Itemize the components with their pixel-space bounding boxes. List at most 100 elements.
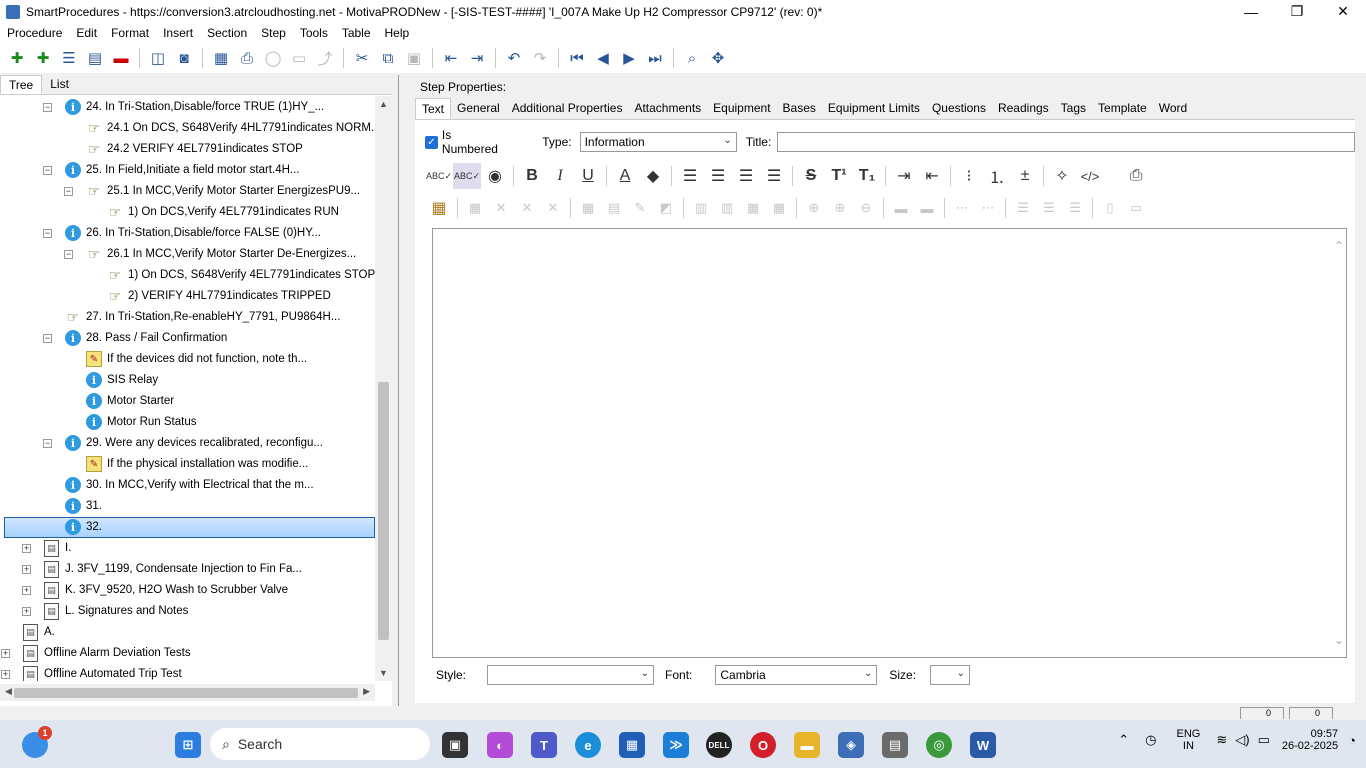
scroll-right-icon[interactable]: ▶	[363, 686, 370, 697]
collapse-icon[interactable]: −	[43, 166, 52, 175]
tab-general[interactable]: General	[451, 98, 506, 119]
print-preview-icon[interactable]: ⎙	[1122, 163, 1150, 189]
clock[interactable]: 09:57 26-02-2025	[1282, 728, 1338, 752]
tree-row[interactable]: − ☞ 26.1 In MCC,Verify Motor Starter De-En…	[0, 244, 375, 265]
add-child-icon[interactable]: ✚	[30, 45, 56, 71]
split-cells-icon[interactable]: ▬	[914, 195, 940, 221]
next-icon[interactable]: ▶	[616, 45, 642, 71]
tree-row[interactable]: − i 24. In Tri-Station,Disable/force TRUE …	[0, 97, 375, 118]
expand-icon[interactable]: +	[22, 607, 31, 616]
tree-row[interactable]: i Motor Starter	[0, 391, 375, 412]
preview-icon[interactable]: ▭	[286, 45, 312, 71]
file-explorer-icon[interactable]: ▬	[794, 732, 820, 758]
edge-icon[interactable]: e	[575, 732, 601, 758]
copilot-icon[interactable]: ◐	[487, 732, 513, 758]
tree-row[interactable]: + ▤ K. 3FV_9520, H2O Wash to Scrubber Valv…	[0, 580, 375, 601]
fill-color-icon[interactable]: ◆	[639, 163, 667, 189]
row-height-icon[interactable]: ▭	[1123, 195, 1149, 221]
tree-row[interactable]: i 31.	[0, 496, 375, 517]
copy-icon[interactable]: ⧉	[375, 45, 401, 71]
split-columns-icon[interactable]: ▦	[740, 195, 766, 221]
menu-procedure[interactable]: Procedure	[7, 26, 62, 40]
editor-scroll-down-icon[interactable]: ⌄	[1334, 633, 1344, 647]
tree-row[interactable]: + ▤ Offline Alarm Deviation Tests	[0, 643, 375, 664]
publish-icon[interactable]: ▦	[208, 45, 234, 71]
collapse-icon[interactable]: −	[43, 103, 52, 112]
menu-format[interactable]: Format	[111, 26, 149, 40]
smartprocedures-icon[interactable]: ◈	[838, 732, 864, 758]
table-eraser-icon[interactable]: ◩	[653, 195, 679, 221]
opera-icon[interactable]: O	[750, 732, 776, 758]
collapse-icon[interactable]: −	[64, 187, 73, 196]
insert-row-above-icon[interactable]: ⊕	[801, 195, 827, 221]
menu-edit[interactable]: Edit	[76, 26, 97, 40]
tree-row[interactable]: − i 28. Pass / Fail Confirmation	[0, 328, 375, 349]
tree-row[interactable]: + ▤ Offline Automated Trip Test	[0, 664, 375, 681]
editor-scroll-up-icon[interactable]: ⌃	[1334, 239, 1344, 253]
start-icon[interactable]: ⊞	[175, 732, 201, 758]
scroll-down-icon[interactable]: ▼	[379, 668, 388, 678]
tree-vertical-scrollbar[interactable]: ▲ ▼	[375, 96, 392, 681]
insert-table-icon[interactable]: ▦	[425, 195, 453, 221]
remote-desktop-icon[interactable]: ▤	[882, 732, 908, 758]
type-select[interactable]: Information ⌄	[579, 132, 737, 152]
delete-row-icon[interactable]: ✕	[540, 195, 566, 221]
maximize-button[interactable]: ❐	[1274, 0, 1320, 23]
tree-row[interactable]: ☞ 24.1 On DCS, S648Verify 4HL7791indicate…	[0, 118, 375, 139]
tab-tree[interactable]: Tree	[0, 75, 43, 94]
expand-icon[interactable]: +	[22, 565, 31, 574]
style-select[interactable]: ⌄	[487, 665, 655, 685]
menu-help[interactable]: Help	[385, 26, 410, 40]
font-color-icon[interactable]: A	[611, 163, 639, 189]
indent-icon[interactable]: ⇥	[464, 45, 490, 71]
cell-padding-icon[interactable]: ⋯	[975, 195, 1001, 221]
horizontal-rule-icon[interactable]: ±	[1011, 163, 1039, 189]
subscript-icon[interactable]: T₁	[853, 163, 881, 189]
align-middle-icon[interactable]: ☰	[1036, 195, 1062, 221]
chrome-icon[interactable]: ◎	[926, 732, 952, 758]
title-input[interactable]	[777, 132, 1355, 152]
previous-icon[interactable]: ◀	[590, 45, 616, 71]
size-select[interactable]: ⌄	[930, 665, 971, 685]
store-icon[interactable]: ▦	[619, 732, 645, 758]
bold-icon[interactable]: B	[518, 163, 546, 189]
menu-section[interactable]: Section	[207, 26, 247, 40]
menu-tools[interactable]: Tools	[300, 26, 328, 40]
tree-row[interactable]: − ☞ 25.1 In MCC,Verify Motor Starter Energ…	[0, 181, 375, 202]
list-icon[interactable]: ☰	[56, 45, 82, 71]
tab-equipment[interactable]: Equipment	[707, 98, 776, 119]
find-icon[interactable]: ⌕	[679, 45, 705, 71]
tree-horizontal-scrollbar[interactable]: ◀ ▶	[0, 684, 375, 701]
tab-bases[interactable]: Bases	[777, 98, 822, 119]
merge-columns-icon[interactable]: ▦	[766, 195, 792, 221]
save-icon[interactable]: ◙	[171, 45, 197, 71]
cut-icon[interactable]: ✂	[349, 45, 375, 71]
teams-icon[interactable]: T	[531, 732, 557, 758]
table-pencil-icon[interactable]: ✎	[627, 195, 653, 221]
chevron-up-icon[interactable]: ⌃	[1118, 732, 1129, 748]
tab-questions[interactable]: Questions	[926, 98, 992, 119]
last-icon[interactable]: ⏭	[642, 45, 668, 71]
tree-row[interactable]: − i 25. In Field,Initiate a field motor st…	[0, 160, 375, 181]
menu-table[interactable]: Table	[342, 26, 371, 40]
spellcheck-icon[interactable]: ABC✓	[425, 163, 453, 189]
language-indicator[interactable]: ENG IN	[1176, 728, 1200, 752]
battery-icon[interactable]: ▭	[1258, 732, 1270, 748]
procedure-tree[interactable]: − i 24. In Tri-Station,Disable/force TRUE …	[0, 96, 375, 681]
thesaurus-icon[interactable]: ◉	[481, 163, 509, 189]
merge-cells-icon[interactable]: ▬	[888, 195, 914, 221]
tree-row[interactable]: ☞ 24.2 VERIFY 4EL7791indicates STOP	[0, 139, 375, 160]
expand-icon[interactable]: +	[1, 670, 10, 679]
tree-row[interactable]: ▤ A.	[0, 622, 375, 643]
column-width-icon[interactable]: ▯	[1097, 195, 1123, 221]
merge-icon[interactable]: ⤴	[312, 45, 338, 71]
tree-row[interactable]: ☞ 1) On DCS, S648Verify 4EL7791indicates …	[0, 265, 375, 286]
tab-additional-properties[interactable]: Additional Properties	[506, 98, 629, 119]
scroll-left-icon[interactable]: ◀	[5, 686, 12, 697]
scroll-thumb[interactable]	[378, 382, 389, 640]
align-center-icon[interactable]: ☰	[704, 163, 732, 189]
tree-row[interactable]: − i 29. Were any devices recalibrated, rec…	[0, 433, 375, 454]
paste-icon[interactable]: ▣	[401, 45, 427, 71]
tree-row[interactable]: ☞ 27. In Tri-Station,Re-enableHY_7791, PU…	[0, 307, 375, 328]
tab-text[interactable]: Text	[415, 98, 452, 119]
